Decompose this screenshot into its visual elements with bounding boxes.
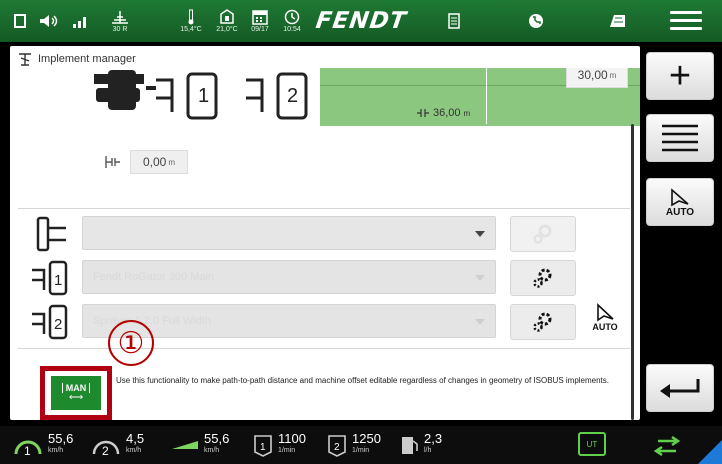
- gear-icon: [533, 312, 552, 332]
- svg-text:2: 2: [334, 442, 340, 453]
- implement-manager-panel: Implement manager 30,00 m 36,00 m 1 2 0,…: [10, 46, 640, 420]
- list-icon: [662, 124, 698, 152]
- list-button[interactable]: [646, 114, 714, 162]
- working-width-label: 36,00 m: [416, 106, 470, 120]
- implement-row-tractor: [30, 212, 630, 252]
- status-bar: 30 R 15,4°C 21,0°C 09/17 10:54 FENDT: [0, 0, 722, 42]
- svg-text:2: 2: [102, 444, 109, 458]
- time: 10:54: [283, 25, 301, 33]
- universal-terminal-button[interactable]: UT: [578, 432, 606, 456]
- implement-1-dropdown[interactable]: Fendt RoGator 300 Main: [82, 260, 496, 294]
- field-area: 30,00 m 36,00 m: [320, 68, 640, 126]
- field-icon[interactable]: [604, 0, 628, 42]
- clock-icon: 10:54: [280, 0, 304, 42]
- auto-mode-indicator[interactable]: AUTO: [585, 302, 625, 340]
- calendar-icon: 09/17: [248, 0, 272, 42]
- dropdown-arrow-icon: [475, 275, 485, 281]
- tractor-hitch-icon: [36, 216, 66, 252]
- phone-icon[interactable]: [526, 0, 546, 42]
- svg-text:2: 2: [54, 316, 62, 333]
- machine-offset-field[interactable]: 0,00 m: [130, 150, 188, 174]
- man-description: Use this functionality to make path-to-p…: [116, 376, 610, 385]
- svg-text:1: 1: [198, 85, 209, 107]
- speed-display-2: 2 4,5 km/h: [90, 426, 144, 464]
- implement-manager-icon: [19, 53, 31, 66]
- plus-icon: +: [668, 55, 692, 97]
- engine-rpm-icon: 1: [254, 435, 272, 457]
- scrollbar[interactable]: [631, 124, 634, 420]
- speed-display-3: 55,6 km/h: [170, 426, 229, 464]
- auto-navigation-icon: [671, 187, 689, 206]
- path-distance-field[interactable]: 30,00 m: [566, 68, 628, 88]
- auto-label: AUTO: [592, 322, 618, 332]
- volume-icon[interactable]: [36, 0, 62, 42]
- switch-arrows-icon[interactable]: [652, 435, 682, 457]
- fuel-consumption: 2,3 l/h: [400, 426, 442, 464]
- panel-title-text: Implement manager: [38, 53, 136, 65]
- cruise-icon: [172, 441, 198, 449]
- implement-2-icon: 2: [32, 304, 68, 340]
- back-arrow-icon: [660, 379, 700, 398]
- cab-temperature: 21,0°C: [216, 25, 238, 33]
- corner-indicator: [698, 440, 722, 464]
- gear-icon: [533, 224, 552, 244]
- panel-title: Implement manager: [18, 52, 136, 66]
- tractor-implement-graphic: 1 2: [94, 70, 308, 120]
- date: 09/17: [251, 25, 269, 33]
- cab-temp-icon: 21,0°C: [212, 0, 242, 42]
- fuel-pump-icon: [402, 437, 418, 454]
- gps-icon: 30 R: [100, 0, 140, 42]
- dropdown-arrow-icon: [475, 319, 485, 325]
- document-icon[interactable]: [444, 0, 464, 42]
- engine-rpm-1: 1 1100 1/min: [252, 426, 306, 464]
- tractor-settings-button[interactable]: [510, 216, 576, 252]
- back-button[interactable]: [646, 364, 714, 412]
- svg-text:1: 1: [54, 272, 62, 289]
- engine-rpm-2: 2 1250 1/min: [326, 426, 381, 464]
- auto-navigation-icon: [597, 303, 614, 322]
- thermometer-icon: 15,4°C: [176, 0, 206, 42]
- fendt-logo: FENDT: [314, 8, 409, 34]
- auto-label: AUTO: [665, 206, 695, 218]
- svg-text:1: 1: [260, 442, 266, 453]
- tractor-dropdown[interactable]: [82, 216, 496, 250]
- man-highlight-frame: MAN ⟷: [40, 366, 112, 420]
- manual-mode-button[interactable]: MAN ⟷: [51, 376, 101, 410]
- svg-text:2: 2: [287, 85, 298, 107]
- add-button[interactable]: +: [646, 52, 714, 100]
- square-icon: [10, 0, 30, 42]
- engine-rpm-icon: 2: [328, 435, 346, 457]
- outside-temperature: 15,4°C: [180, 25, 202, 33]
- gear-icon: [533, 268, 552, 288]
- speedometer-icon: 1: [14, 440, 42, 458]
- width-marker: [486, 68, 487, 124]
- speedometer-icon: 2: [92, 440, 120, 458]
- width-icon: [417, 109, 429, 117]
- gps-label: 30 R: [112, 25, 128, 33]
- speed-display-1: 1 55,6 km/h: [12, 426, 73, 464]
- divider: [18, 208, 630, 209]
- svg-text:1: 1: [24, 444, 31, 458]
- implement-row-1: 1 Fendt RoGator 300 Main: [30, 256, 630, 296]
- implement-2-settings-button[interactable]: [510, 304, 576, 340]
- implement-1-settings-button[interactable]: [510, 260, 576, 296]
- bottom-status-bar: 1 55,6 km/h 2 4,5 km/h 55,6 km/h 1 1100 1/mi…: [0, 426, 722, 464]
- auto-button[interactable]: AUTO: [646, 178, 714, 226]
- machine-offset-row: 0,00 m: [104, 150, 188, 174]
- signal-icon: [70, 0, 92, 42]
- menu-icon[interactable]: [666, 6, 706, 36]
- dropdown-arrow-icon: [475, 231, 485, 237]
- implement-1-icon: 1: [32, 260, 68, 296]
- callout-marker: ①: [108, 320, 154, 366]
- double-arrow-icon: ⟷: [68, 392, 84, 403]
- offset-icon: [105, 156, 120, 168]
